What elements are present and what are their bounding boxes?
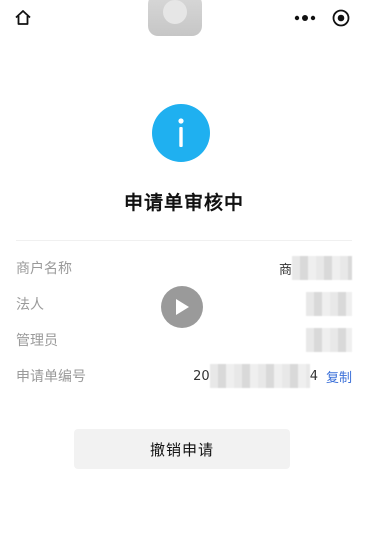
legal-person-value: [306, 286, 352, 322]
application-no-end: 4: [309, 368, 318, 384]
application-no-value: 20 4 复制: [193, 358, 352, 394]
manager-label: 管理员: [16, 333, 58, 349]
redacted-mosaic: [306, 328, 352, 352]
capsule-menu: [290, 5, 356, 31]
cancel-application-button[interactable]: 撤销申请: [74, 429, 290, 469]
close-button[interactable]: [326, 5, 356, 31]
copy-link[interactable]: 复制: [326, 367, 352, 386]
status-title: 申请单审核中: [123, 192, 244, 214]
merchant-name-value: 商: [279, 250, 352, 286]
application-no-label: 申请单编号: [16, 369, 86, 385]
page: 申请单审核中 商户名称 商 法人 管理员 申请单编号 20 4 复制 撤销申请: [0, 0, 368, 553]
info-icon: [178, 118, 184, 147]
status-info-badge: [152, 104, 210, 162]
home-button[interactable]: [12, 8, 34, 28]
redacted-mosaic: [209, 364, 310, 388]
application-no-start: 20: [193, 368, 210, 384]
video-play-button[interactable]: [161, 286, 203, 328]
divider: [16, 240, 352, 241]
play-icon: [176, 299, 189, 315]
merchant-name-row: 商户名称 商: [16, 250, 352, 286]
target-icon: [332, 9, 350, 27]
application-no-row: 申请单编号 20 4 复制: [16, 358, 352, 394]
merchant-name-label: 商户名称: [16, 261, 72, 277]
redacted-mosaic: [292, 256, 352, 280]
home-icon: [15, 10, 31, 25]
more-dots-icon: [294, 15, 316, 21]
mini-program-avatar: [148, 0, 202, 36]
manager-value: [306, 322, 352, 358]
top-nav-bar: [0, 0, 368, 36]
legal-person-label: 法人: [16, 297, 44, 313]
more-button[interactable]: [290, 5, 320, 31]
merchant-name-prefix: 商: [278, 262, 292, 278]
redacted-mosaic: [306, 292, 352, 316]
